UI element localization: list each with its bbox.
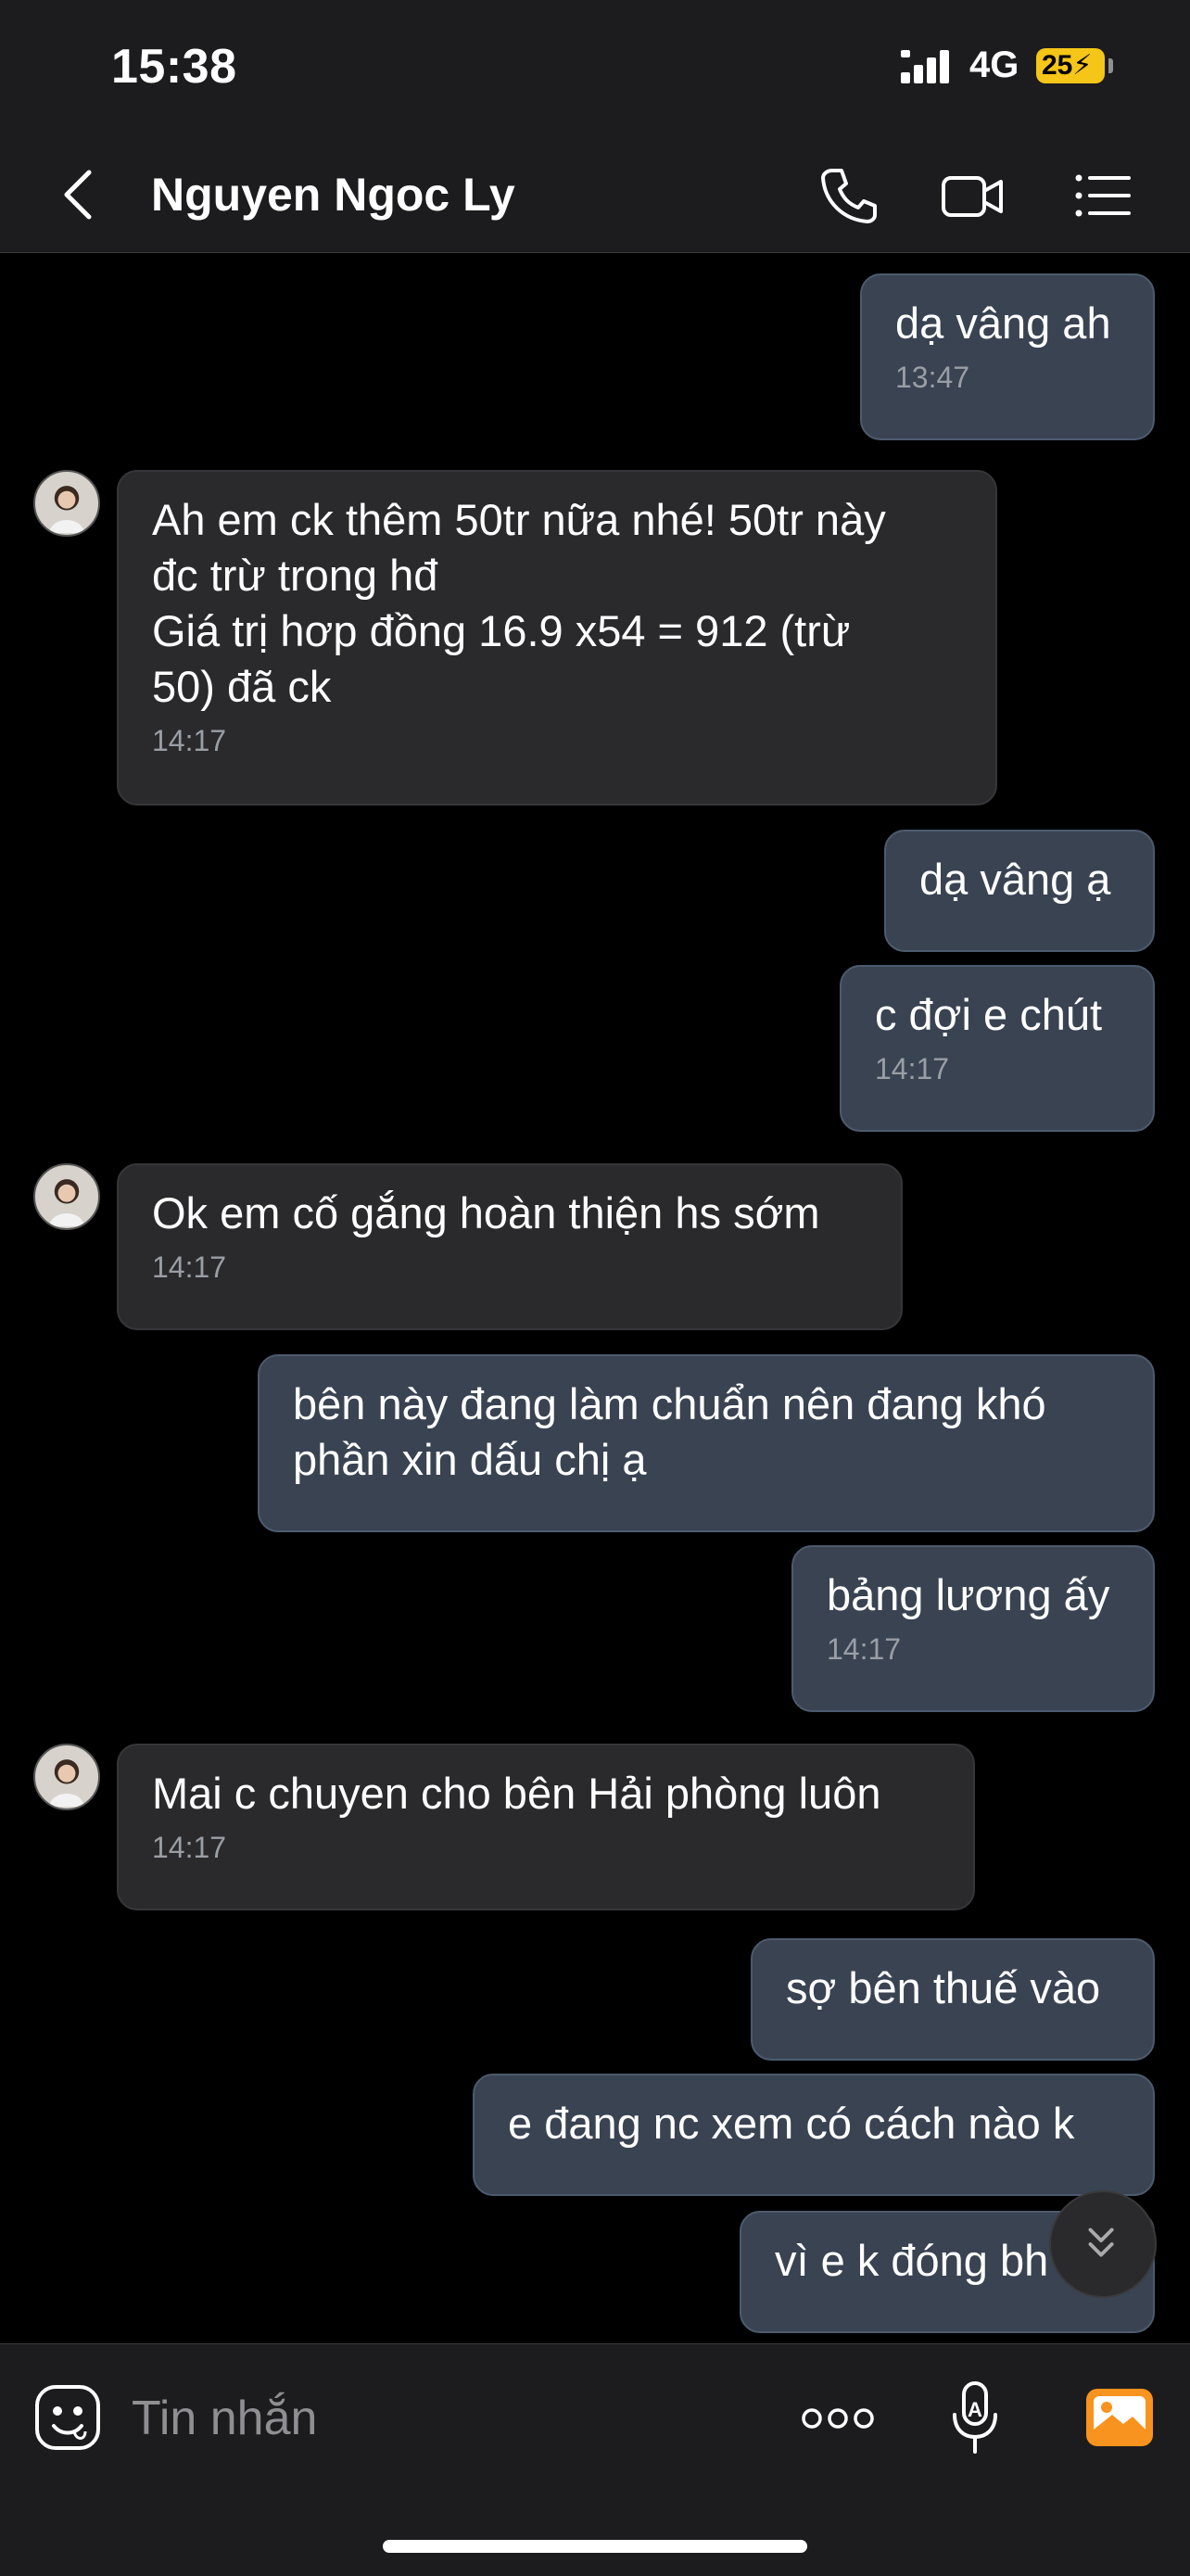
contact-name[interactable]: Nguyen Ngoc Ly — [151, 165, 515, 224]
message-text: dạ vâng ạ — [919, 855, 1111, 904]
message-sent[interactable]: bảng lương ấy 14:17 — [791, 1545, 1155, 1712]
signal-icon — [901, 50, 956, 83]
message-sent[interactable]: dạ vâng ạ — [884, 830, 1155, 952]
message-sent[interactable]: c đợi e chút 14:17 — [840, 965, 1155, 1132]
home-indicator[interactable] — [383, 2540, 807, 2553]
message-text: bên này đang làm chuẩn nên đang khó phần… — [293, 1379, 1046, 1484]
message-text: dạ vâng ah — [895, 298, 1111, 348]
message-received[interactable]: Mai c chuyen cho bên Hải phòng luôn 14:1… — [117, 1744, 975, 1910]
message-sent[interactable]: e đang nc xem có cách nào k — [473, 2074, 1155, 2196]
chat-header: Nguyen Ngoc Ly — [0, 139, 1190, 253]
message-sent[interactable]: dạ vâng ah 13:47 — [860, 273, 1155, 440]
double-chevron-down-icon — [1088, 2227, 1114, 2257]
avatar[interactable] — [33, 1163, 100, 1230]
message-text: sợ bên thuế vào — [786, 1963, 1101, 2012]
status-bar: 15:38 4G 25⚡ — [0, 0, 1190, 139]
sticker-smile-icon[interactable] — [33, 2383, 102, 2452]
message-text: e đang nc xem có cách nào k — [508, 2099, 1075, 2148]
message-time: 14:17 — [152, 1250, 227, 1284]
list-menu-icon[interactable] — [1071, 163, 1136, 228]
message-time: 13:47 — [895, 361, 970, 394]
video-camera-icon[interactable] — [940, 163, 1005, 228]
message-received[interactable]: Ok em cố gắng hoàn thiện hs sớm 14:17 — [117, 1163, 903, 1330]
message-sent[interactable]: bên này đang làm chuẩn nên đang khó phần… — [258, 1354, 1155, 1532]
message-text: bảng lương ấy — [827, 1570, 1110, 1619]
phone-icon[interactable] — [816, 163, 880, 228]
svg-text:A: A — [968, 2398, 982, 2421]
status-time: 15:38 — [111, 40, 237, 94]
message-input[interactable] — [130, 2385, 708, 2452]
scroll-to-bottom-button[interactable] — [1049, 2190, 1157, 2298]
message-received[interactable]: Ah em ck thêm 50tr nữa nhé! 50tr này đc … — [117, 470, 997, 806]
microphone-icon[interactable]: A — [949, 2379, 1001, 2457]
chevron-left-icon[interactable] — [56, 167, 102, 222]
message-text: Ah em ck thêm 50tr nữa nhé! 50tr này đc … — [152, 495, 886, 711]
network-type: 4G — [969, 44, 1019, 85]
message-text: Mai c chuyen cho bên Hải phòng luôn — [152, 1769, 881, 1818]
image-gallery-icon[interactable] — [1084, 2383, 1155, 2450]
message-time: 14:17 — [827, 1632, 902, 1666]
battery-level: 25 — [1042, 50, 1073, 81]
message-time: 14:17 — [875, 1052, 950, 1085]
battery-nub — [1108, 58, 1113, 73]
avatar[interactable] — [33, 470, 100, 537]
message-text: Ok em cố gắng hoàn thiện hs sớm — [152, 1188, 820, 1237]
message-time: 14:17 — [152, 1831, 227, 1864]
message-text: c đợi e chút — [875, 990, 1103, 1039]
avatar[interactable] — [33, 1744, 100, 1810]
message-time: 14:17 — [152, 724, 227, 757]
battery-icon: 25⚡ — [1036, 48, 1105, 83]
message-list[interactable]: dạ vâng ah 13:47 Ah em ck thêm 50tr nữa … — [0, 253, 1190, 2343]
more-dots-icon[interactable] — [801, 2402, 875, 2435]
message-sent[interactable]: sợ bên thuế vào — [751, 1938, 1155, 2061]
